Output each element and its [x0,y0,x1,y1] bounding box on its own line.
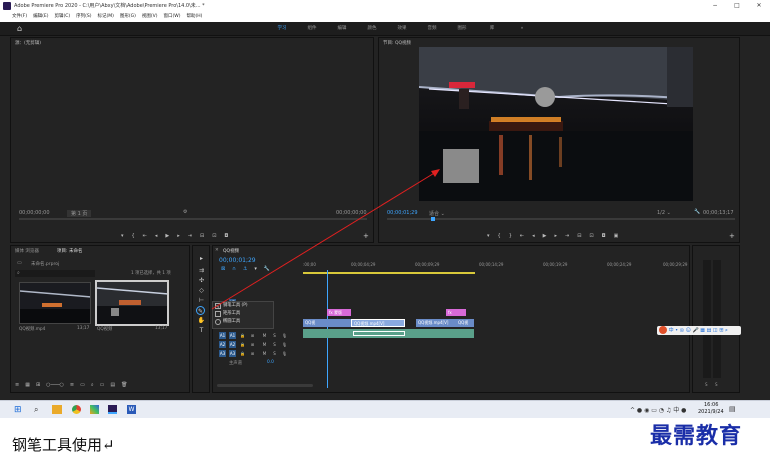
taskbar: ⊞ ⌕ W ^ ● ◉ ▭ ◔ ♫ 中 ● 16:06 2021/9/24 ▤ [0,400,770,418]
colors-app-icon[interactable] [90,405,99,414]
ime-tools-icon: 中 • ◎ ☺ 🎤 ▦ ▤ ◫ ⊞ ⌕ [668,327,728,334]
tray-icons[interactable]: ^ ● ◉ ▭ ◔ ♫ 中 ● [630,405,686,414]
notification-icon[interactable]: ▤ [729,405,736,413]
premiere-taskbar-icon[interactable] [108,405,117,414]
annotation-arrow [211,169,440,310]
start-icon[interactable]: ⊞ [14,405,22,415]
watermark-logo: 最需教育 [650,423,743,449]
file-explorer-icon[interactable] [52,405,62,414]
word-icon[interactable]: W [127,405,136,414]
sogou-logo-icon [659,326,667,334]
clock-time[interactable]: 16:06 [704,402,718,408]
document-caption: 钢笔工具使用↵ [12,436,115,454]
chrome-icon[interactable] [72,405,81,414]
premiere-window: Adobe Premiere Pro 2020 - C:\用户\Abxy\文档\… [0,0,770,400]
ime-toolbar[interactable]: 中 • ◎ ☺ 🎤 ▦ ▤ ◫ ⊞ ⌕ [657,326,741,335]
clock-date[interactable]: 2021/9/24 [698,409,724,415]
taskbar-search-icon[interactable]: ⌕ [34,405,38,415]
